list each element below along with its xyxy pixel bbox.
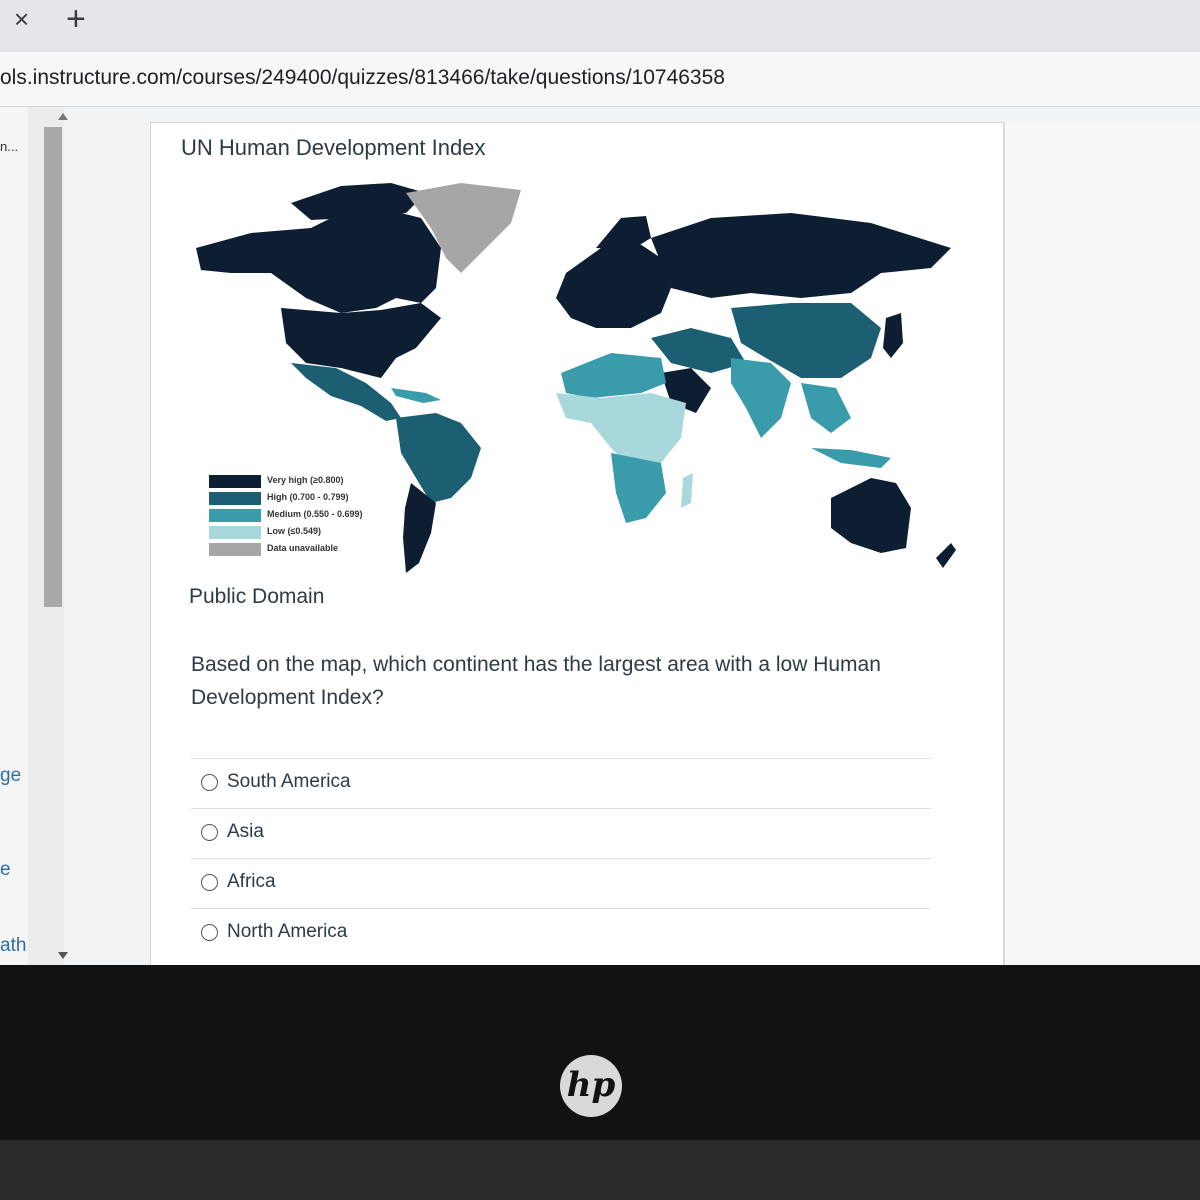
answer-option[interactable]: North America (191, 908, 931, 958)
map-region-southern-africa (611, 453, 666, 523)
legend-swatch (209, 509, 261, 522)
answer-label[interactable]: Africa (227, 871, 276, 893)
map-region-australia (831, 478, 911, 553)
legend-label: Medium (0.550 - 0.699) (267, 509, 363, 519)
answer-option[interactable]: Africa (191, 858, 931, 908)
map-region-russia (651, 213, 951, 298)
radio-button[interactable] (201, 924, 218, 941)
course-nav-item[interactable]: e (0, 859, 11, 881)
laptop-bezel: hp (0, 965, 1200, 1200)
map-region-southeast-asia (801, 383, 851, 433)
scrollbar-thumb[interactable] (44, 127, 62, 607)
legend-label: Very high (≥0.800) (267, 475, 344, 485)
radio-button[interactable] (201, 824, 218, 841)
tab-bar: × + (0, 0, 1200, 52)
radio-button[interactable] (201, 874, 218, 891)
answer-option[interactable]: South America (191, 758, 931, 808)
address-bar[interactable]: ols.instructure.com/courses/249400/quizz… (0, 52, 1200, 107)
course-nav-item[interactable]: ge (0, 765, 21, 787)
new-tab-icon[interactable]: + (66, 0, 86, 39)
scroll-up-arrow-icon[interactable] (58, 113, 68, 120)
close-tab-icon[interactable]: × (14, 4, 29, 35)
quiz-question-panel: UN Human Development Index Very high (≥0… (150, 122, 1004, 965)
answer-option[interactable]: Asia (191, 808, 931, 858)
url-text[interactable]: ols.instructure.com/courses/249400/quizz… (0, 66, 725, 90)
map-region-canada (196, 208, 441, 313)
course-nav-item[interactable]: n... (0, 139, 18, 154)
map-region-madagascar (681, 473, 693, 508)
legend-swatch (209, 475, 261, 488)
map-region-north-africa (561, 353, 666, 398)
answer-label[interactable]: North America (227, 921, 347, 943)
legend-swatch (209, 526, 261, 539)
legend-label: Low (≤0.549) (267, 526, 321, 536)
map-region-japan (883, 313, 903, 358)
map-region-south-asia (731, 358, 791, 438)
map-title: UN Human Development Index (181, 135, 486, 160)
bezel-edge (0, 1140, 1200, 1200)
legend-label: Data unavailable (267, 543, 339, 553)
answer-label[interactable]: South America (227, 771, 351, 793)
legend-label: High (0.700 - 0.799) (267, 492, 349, 502)
map-region-new-zealand (936, 543, 956, 568)
map-region-scandinavia (596, 216, 651, 250)
map-region-brazil (396, 413, 481, 503)
answer-list: South America Asia Africa North America (191, 758, 931, 958)
radio-button[interactable] (201, 774, 218, 791)
image-credit: Public Domain (189, 585, 325, 608)
course-nav-item[interactable]: ath (0, 935, 26, 957)
map-region-indonesia (811, 448, 891, 468)
legend-swatch (209, 492, 261, 505)
right-sidebar (1004, 122, 1200, 965)
scroll-down-arrow-icon[interactable] (58, 952, 68, 959)
page-viewport: n... ge e ath UN Human Development Index (0, 107, 1200, 965)
map-region-caribbean (391, 388, 441, 403)
map-region-europe (556, 238, 671, 328)
hp-logo: hp (560, 1055, 622, 1117)
answer-label[interactable]: Asia (227, 821, 264, 843)
course-nav: n... ge e ath (0, 107, 28, 965)
nav-scrollbar[interactable] (28, 107, 68, 965)
question-text: Based on the map, which continent has th… (191, 653, 881, 709)
legend-swatch (209, 543, 261, 556)
